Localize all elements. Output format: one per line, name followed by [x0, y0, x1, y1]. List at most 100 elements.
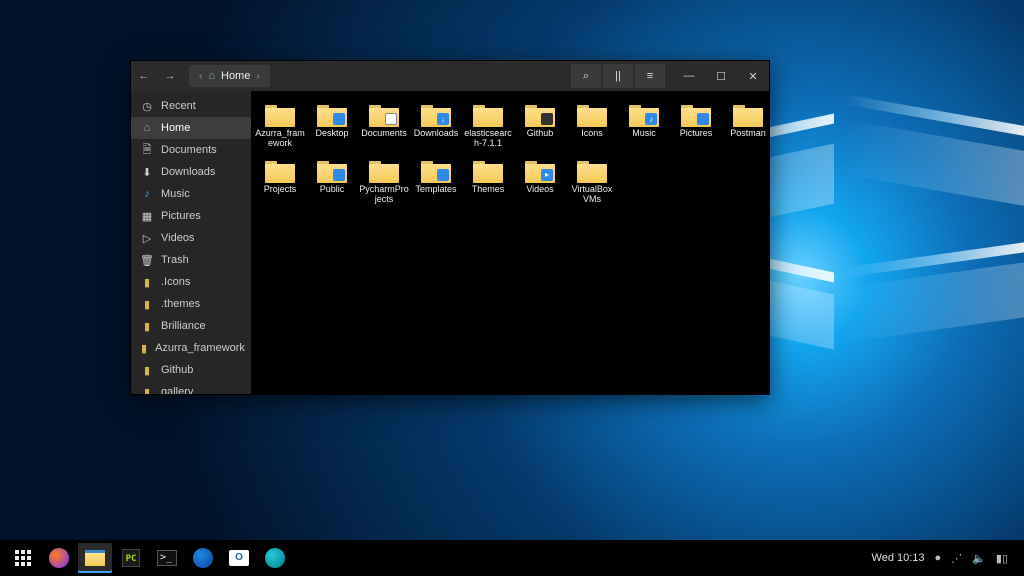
- taskbar-app-media[interactable]: [258, 543, 292, 573]
- folder-icon: ▮: [141, 276, 153, 289]
- sidebar-item-documents[interactable]: 🗎Documents: [131, 139, 251, 161]
- taskbar-app-outlook[interactable]: O: [222, 543, 256, 573]
- sidebar-item-home[interactable]: ⌂Home: [131, 117, 251, 139]
- folder-item[interactable]: Github: [515, 101, 565, 151]
- sidebar-item--icons[interactable]: ▮.Icons: [131, 271, 251, 293]
- folder-badge-icon: ♪: [645, 113, 657, 125]
- folder-label: elasticsearch-7.1.1: [463, 129, 513, 149]
- folder-item[interactable]: Documents: [359, 101, 409, 151]
- folder-item[interactable]: VirtualBox VMs: [567, 157, 617, 207]
- folder-icon: [525, 103, 555, 127]
- nav-back-button[interactable]: ←: [131, 64, 157, 88]
- taskbar-app-pycharm[interactable]: PC: [114, 543, 148, 573]
- taskbar: PC >_ O Wed 10:13 ● ⋰ 🔈 ▮▯: [0, 540, 1024, 576]
- sidebar-item-downloads[interactable]: ⬇Downloads: [131, 161, 251, 183]
- view-toggle-button[interactable]: ||: [603, 64, 633, 88]
- hamburger-icon: ≡: [647, 70, 653, 82]
- folder-label: Downloads: [414, 129, 459, 139]
- folder-item[interactable]: ♪ Music: [619, 101, 669, 151]
- sidebar-item-pictures[interactable]: ▦Pictures: [131, 205, 251, 227]
- taskbar-app-chromium[interactable]: [186, 543, 220, 573]
- path-bar[interactable]: ‹ ⌂ Home ›: [189, 65, 270, 87]
- volume-icon[interactable]: 🔈: [972, 552, 986, 565]
- system-tray[interactable]: Wed 10:13 ● ⋰ 🔈 ▮▯: [872, 552, 1018, 565]
- folder-badge-icon: [333, 169, 345, 181]
- sidebar-item-label: .themes: [161, 298, 200, 310]
- sidebar-item-label: Trash: [161, 254, 189, 266]
- folder-icon: [473, 159, 503, 183]
- folder-item[interactable]: Azurra_framework: [255, 101, 305, 151]
- path-label: Home: [221, 70, 250, 82]
- sidebar-item-music[interactable]: ♪Music: [131, 183, 251, 205]
- menu-button[interactable]: ≡: [635, 64, 665, 88]
- clock[interactable]: Wed 10:13: [872, 552, 925, 564]
- folder-item[interactable]: Templates: [411, 157, 461, 207]
- folder-badge-icon: [697, 113, 709, 125]
- folder-badge-icon: [385, 113, 397, 125]
- folder-item[interactable]: Icons: [567, 101, 617, 151]
- sidebar-item-github[interactable]: ▮Github: [131, 359, 251, 381]
- folder-item[interactable]: ▸ Videos: [515, 157, 565, 207]
- sidebar-item-label: Brilliance: [161, 320, 206, 332]
- folder-label: Postman: [730, 129, 766, 139]
- folder-label: Projects: [264, 185, 297, 195]
- network-icon[interactable]: ⋰: [951, 552, 962, 565]
- sidebar-item-label: Azurra_framework: [155, 342, 245, 354]
- folder-item[interactable]: Projects: [255, 157, 305, 207]
- folder-item[interactable]: Public: [307, 157, 357, 207]
- folder-icon: [577, 159, 607, 183]
- folder-item[interactable]: PycharmProjects: [359, 157, 409, 207]
- folder-icon: [317, 159, 347, 183]
- video-icon: ▷: [141, 232, 153, 245]
- folder-item[interactable]: elasticsearch-7.1.1: [463, 101, 513, 151]
- close-icon: ✕: [748, 70, 757, 83]
- folder-icon: [369, 159, 399, 183]
- down-icon: ⬇: [141, 166, 153, 179]
- taskbar-app-firefox[interactable]: [42, 543, 76, 573]
- folder-item[interactable]: Desktop: [307, 101, 357, 151]
- folder-icon: ▸: [525, 159, 555, 183]
- close-button[interactable]: ✕: [737, 64, 769, 88]
- nav-forward-button[interactable]: →: [157, 64, 183, 88]
- pause-icon: ||: [615, 70, 621, 82]
- sidebar-item-label: Recent: [161, 100, 196, 112]
- minimize-button[interactable]: —: [673, 64, 705, 88]
- path-next-icon: ›: [256, 71, 259, 82]
- folder-icon: [577, 103, 607, 127]
- folder-label: Pictures: [680, 129, 713, 139]
- pycharm-icon: PC: [122, 549, 140, 567]
- search-button[interactable]: ⌕: [571, 64, 601, 88]
- folder-item[interactable]: Themes: [463, 157, 513, 207]
- folder-item[interactable]: Postman: [723, 101, 769, 151]
- sidebar-item-gallery[interactable]: ▮gallery: [131, 381, 251, 394]
- folder-item[interactable]: Pictures: [671, 101, 721, 151]
- battery-icon[interactable]: ▮▯: [996, 552, 1008, 565]
- sidebar-item-azurra-framework[interactable]: ▮Azurra_framework: [131, 337, 251, 359]
- maximize-button[interactable]: ☐: [705, 64, 737, 88]
- sidebar-item-recent[interactable]: ◷Recent: [131, 95, 251, 117]
- folder-badge-icon: [333, 113, 345, 125]
- folder-icon: [421, 159, 451, 183]
- sidebar-item-label: Home: [161, 122, 190, 134]
- content-pane[interactable]: Azurra_frameworkDesktopDocuments↓Downloa…: [251, 91, 769, 394]
- sidebar-item--themes[interactable]: ▮.themes: [131, 293, 251, 315]
- folder-icon: ▮: [141, 320, 153, 333]
- record-indicator-icon[interactable]: ●: [935, 552, 942, 564]
- folder-label: Public: [320, 185, 345, 195]
- folder-icon: ▮: [141, 386, 153, 395]
- sidebar-item-videos[interactable]: ▷Videos: [131, 227, 251, 249]
- folder-label: Videos: [526, 185, 553, 195]
- folder-label: Music: [632, 129, 656, 139]
- folder-item[interactable]: ↓Downloads: [411, 101, 461, 151]
- taskbar-app-apps-menu[interactable]: [6, 543, 40, 573]
- titlebar[interactable]: ← → ‹ ⌂ Home › ⌕ || ≡ — ☐ ✕: [131, 61, 769, 91]
- sidebar-item-brilliance[interactable]: ▮ Brilliance: [131, 315, 251, 337]
- folder-icon: [317, 103, 347, 127]
- folder-icon: [265, 103, 295, 127]
- taskbar-app-terminal[interactable]: >_: [150, 543, 184, 573]
- sidebar-item-trash[interactable]: 🗑Trash: [131, 249, 251, 271]
- search-icon: ⌕: [583, 70, 589, 83]
- folder-badge-icon: ▸: [541, 169, 553, 181]
- file-manager-window: ← → ‹ ⌂ Home › ⌕ || ≡ — ☐ ✕ ◷Recent⌂Home…: [130, 60, 770, 395]
- taskbar-app-files[interactable]: [78, 543, 112, 573]
